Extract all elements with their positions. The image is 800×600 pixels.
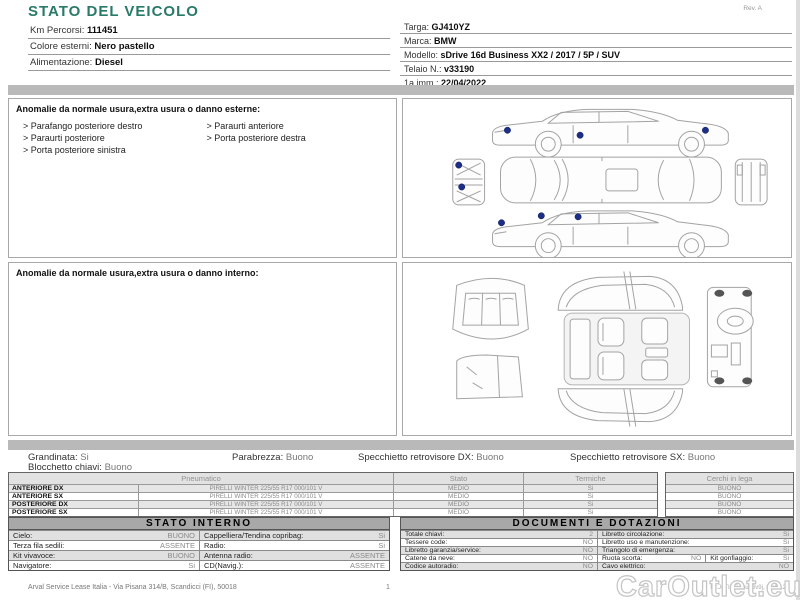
interior-diagram-panel [402,262,792,436]
vehicle-fields-left: Km Percorsi: 111451 Colore esterni: Nero… [28,23,390,71]
condition-parabrezza: Parabrezza: Buono [232,452,314,463]
dashboard-view [706,286,754,388]
tire-header-cerchi: Cerchi in lega [666,473,793,484]
field-colore: Colore esterni: Nero pastello [28,39,390,55]
tire-header-stato: Stato [394,473,524,484]
anomaly-item: Porta posteriore destra [207,132,391,144]
revision-label: Rev. A [743,5,762,12]
section-divider-bar [8,85,794,95]
anomaly-item: Paraurti posteriore [23,132,207,144]
caroutlet-watermark: CarOutlet.eu [615,570,800,600]
documenti-dotazioni-table: DOCUMENTI E DOTAZIONI Totale chiavi: 2 Li… [400,517,794,571]
parcel-shelf-view [456,354,523,400]
tire-table: Pneumatico Stato Termiche ANTERIORE DX PI… [8,472,794,517]
table-row: Terza fila sedili: ASSENTE Radio: Si [9,540,389,550]
scan-edge-artifact [796,0,800,600]
cerchi-cell: BUONO [666,492,793,500]
field-modello: Modello: sDrive 16d Business XX2 / 2017 … [400,48,792,62]
tire-row: ANTERIORE SX PIRELLI WINTER 225/55 R17 00… [9,492,657,500]
table-row: Catene da neve: NO Ruota scorta: NO Kit go… [401,554,793,562]
vehicle-fields-right: Targa: GJ410YZ Marca: BMW Modello: sDriv… [400,20,792,90]
table-row: Libretto garanzia/service: NO Triangolo d… [401,546,793,554]
cerchi-cell: BUONO [666,484,793,492]
field-km: Km Percorsi: 111451 [28,23,390,39]
car-top-view [500,156,722,204]
stato-interno-table: STATO INTERNO Cielo: BUONO Cappelliera/Te… [8,517,390,571]
damage-dot [576,131,584,139]
anomaly-item: Parafango posteriore destro [23,120,207,132]
footer-company-address: Arval Service Lease Italia - Via Pisana … [28,584,237,591]
field-targa: Targa: GJ410YZ [400,20,792,34]
field-alimentazione: Alimentazione: Diesel [28,55,390,71]
table-row: Totale chiavi: 2 Libretto circolazione: Si [401,530,793,538]
vehicle-report-page: STATO DEL VEICOLO Rev. A Km Percorsi: 11… [0,0,800,600]
interior-anomalies-panel: Anomalie da normale usura,extra usura o … [8,262,397,436]
stato-interno-title: STATO INTERNO [9,518,389,530]
damage-dot [574,213,582,221]
damage-dot [537,212,545,220]
condition-specchietto-dx: Specchietto retrovisore DX: Buono [358,452,504,463]
field-telaio: Telaio N.: v33190 [400,62,792,76]
exterior-anomalies-panel: Anomalie da normale usura,extra usura o … [8,98,397,258]
exterior-anomalies-title: Anomalie da normale usura,extra usura o … [16,104,261,114]
car-rear-view [734,158,768,206]
table-row: Codice autoradio: NO Cavo elettrico: NO [401,562,793,570]
field-marca: Marca: BMW [400,34,792,48]
condition-specchietto-sx: Specchietto retrovisore SX: Buono [570,452,716,463]
tire-row: POSTERIORE DX PIRELLI WINTER 225/55 R17 0… [9,500,657,508]
tire-row: POSTERIORE SX PIRELLI WINTER 225/55 R17 0… [9,508,657,516]
exterior-damage-diagram-panel [402,98,792,258]
trunk-view [452,277,529,340]
table-row: Kit vivavoce: BUONO Antenna radio: ASSENTE [9,550,389,560]
cerchi-cell: BUONO [666,500,793,508]
anomaly-item: Paraurti anteriore [207,120,391,132]
footer-page-number: 1 [386,584,390,591]
tire-header-pneumatico: Pneumatico [9,473,394,484]
damage-dot [455,161,463,169]
damage-dot [458,183,466,191]
cerchi-table: Cerchi in lega BUONO BUONO BUONO BUONO [665,472,794,517]
anomaly-item: Porta posteriore sinistra [23,144,207,156]
table-row: Tessere code: NO Libretto uso e manutenzi… [401,538,793,546]
documenti-title: DOCUMENTI E DOTAZIONI [401,518,793,530]
car-interior-diagram [452,271,754,427]
section-divider-bar [8,440,794,450]
cabin-view [557,271,691,427]
tire-header-termiche: Termiche [575,474,606,483]
interior-anomalies-title: Anomalie da normale usura,extra usura o … [16,268,259,278]
damage-dot [504,126,511,134]
car-exterior-diagram [452,108,768,257]
damage-dot [498,219,505,227]
page-title: STATO DEL VEICOLO [28,3,199,20]
cerchi-cell: BUONO [666,508,793,516]
table-row: Cielo: BUONO Cappelliera/Tendina copribag… [9,530,389,540]
damage-dot [702,126,709,134]
table-row: Navigatore: Si CD(Navig.): ASSENTE [9,560,389,570]
tire-row: ANTERIORE DX PIRELLI WINTER 225/55 R17 00… [9,484,657,492]
